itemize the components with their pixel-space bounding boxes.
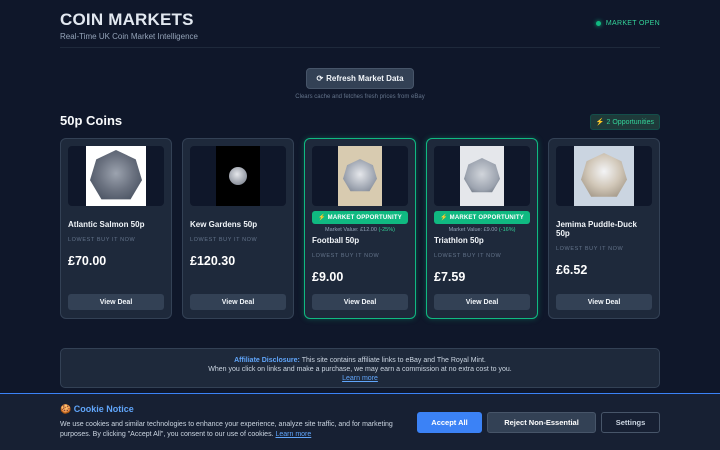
price-label: LOWEST BUY IT NOW	[312, 253, 380, 259]
discount-percent: (-16%)	[498, 227, 516, 233]
price-label: LOWEST BUY IT NOW	[190, 237, 258, 243]
coin-price: £7.59	[434, 270, 466, 284]
coin-name: Triathlon 50p	[434, 236, 484, 245]
cookie-text: We use cookies and similar technologies …	[60, 420, 405, 440]
view-deal-button[interactable]: View Deal	[434, 294, 530, 310]
accept-all-button[interactable]: Accept All	[417, 412, 482, 433]
view-deal-button[interactable]: View Deal	[556, 294, 652, 310]
coin-card: Jemima Puddle-Duck 50p LOWEST BUY IT NOW…	[548, 138, 660, 319]
view-deal-button[interactable]: View Deal	[312, 294, 408, 310]
disclosure-heading: Affiliate Disclosure:	[234, 357, 300, 364]
site-tagline: Real-Time UK Coin Market Intelligence	[60, 32, 198, 41]
coin-price: £70.00	[68, 254, 107, 268]
cookie-learn-more-link[interactable]: Learn more	[275, 431, 311, 438]
coin-cards: Atlantic Salmon 50p LOWEST BUY IT NOW £7…	[60, 138, 660, 319]
disclosure-text-2: When you click on links and make a purch…	[208, 366, 512, 373]
status-dot-icon	[595, 21, 601, 26]
coin-price: £6.52	[556, 263, 588, 277]
coin-icon	[343, 159, 377, 192]
disclosure-text-1: This site contains affiliate links to eB…	[301, 357, 486, 364]
coin-image[interactable]	[68, 146, 164, 206]
cookie-body: We use cookies and similar technologies …	[60, 421, 393, 438]
site-header: COIN MARKETS Real-Time UK Coin Market In…	[60, 10, 660, 48]
coin-name: Kew Gardens 50p	[190, 220, 258, 229]
market-value: Market Value: £9.00 (-16%)	[434, 227, 530, 233]
refresh-hint: Clears cache and fetches fresh prices fr…	[295, 94, 425, 100]
coin-name: Jemima Puddle-Duck 50p	[556, 220, 637, 238]
refresh-icon: ⟳	[316, 74, 324, 83]
section-title: 50p Coins	[60, 113, 123, 128]
coin-image[interactable]	[312, 146, 408, 206]
price-label: LOWEST BUY IT NOW	[68, 237, 136, 243]
coin-icon	[90, 150, 142, 200]
affiliate-disclosure: Affiliate Disclosure: This site contains…	[60, 348, 660, 388]
market-opportunity-badge: ⚡ MARKET OPPORTUNITY	[312, 211, 408, 224]
coin-icon	[464, 158, 500, 193]
coin-card: Kew Gardens 50p LOWEST BUY IT NOW £120.3…	[182, 138, 294, 319]
discount-percent: (-25%)	[378, 227, 395, 233]
market-status-label: MARKET OPEN	[605, 20, 660, 27]
refresh-button-label: Refresh Market Data	[326, 74, 404, 83]
coin-name: Atlantic Salmon 50p	[68, 220, 145, 229]
refresh-section: ⟳ Refresh Market Data Clears cache and f…	[0, 68, 720, 100]
market-value-text: Market Value: £9.00	[448, 227, 498, 233]
view-deal-button[interactable]: View Deal	[68, 294, 164, 310]
site-logo[interactable]: COIN MARKETS	[60, 10, 660, 30]
view-deal-button[interactable]: View Deal	[190, 294, 286, 310]
coin-image[interactable]	[556, 146, 652, 206]
price-label: LOWEST BUY IT NOW	[556, 246, 624, 252]
cookie-title: 🍪 Cookie Notice	[60, 404, 134, 415]
coin-image[interactable]	[434, 146, 530, 206]
coin-icon	[229, 167, 247, 185]
coin-name: Football 50p	[312, 236, 360, 245]
coin-icon	[581, 153, 627, 197]
cookie-title-text: Cookie Notice	[73, 404, 134, 414]
refresh-market-data-button[interactable]: ⟳ Refresh Market Data	[306, 68, 414, 89]
cookie-settings-button[interactable]: Settings	[601, 412, 660, 433]
coin-price: £9.00	[312, 270, 344, 284]
market-opportunity-badge: ⚡ MARKET OPPORTUNITY	[434, 211, 530, 224]
cookie-icon: 🍪	[60, 404, 72, 414]
reject-non-essential-button[interactable]: Reject Non-Essential	[487, 412, 596, 433]
coin-card: Atlantic Salmon 50p LOWEST BUY IT NOW £7…	[60, 138, 172, 319]
disclosure-line-1: Affiliate Disclosure: This site contains…	[61, 356, 659, 365]
market-status: MARKET OPEN	[595, 20, 660, 27]
coin-image[interactable]	[190, 146, 286, 206]
price-label: LOWEST BUY IT NOW	[434, 253, 502, 259]
market-value-text: Market Value: £12.00	[325, 227, 377, 233]
disclosure-learn-more-link[interactable]: Learn more	[342, 375, 378, 382]
cookie-banner: 🍪 Cookie Notice We use cookies and simil…	[0, 393, 720, 450]
coin-price: £120.30	[190, 254, 236, 268]
market-value: Market Value: £12.00 (-25%)	[312, 227, 408, 233]
coin-card-opportunity: ⚡ MARKET OPPORTUNITY Market Value: £12.0…	[304, 138, 416, 319]
coin-card-opportunity: ⚡ MARKET OPPORTUNITY Market Value: £9.00…	[426, 138, 538, 319]
opportunities-badge: ⚡ 2 Opportunities	[589, 114, 660, 130]
